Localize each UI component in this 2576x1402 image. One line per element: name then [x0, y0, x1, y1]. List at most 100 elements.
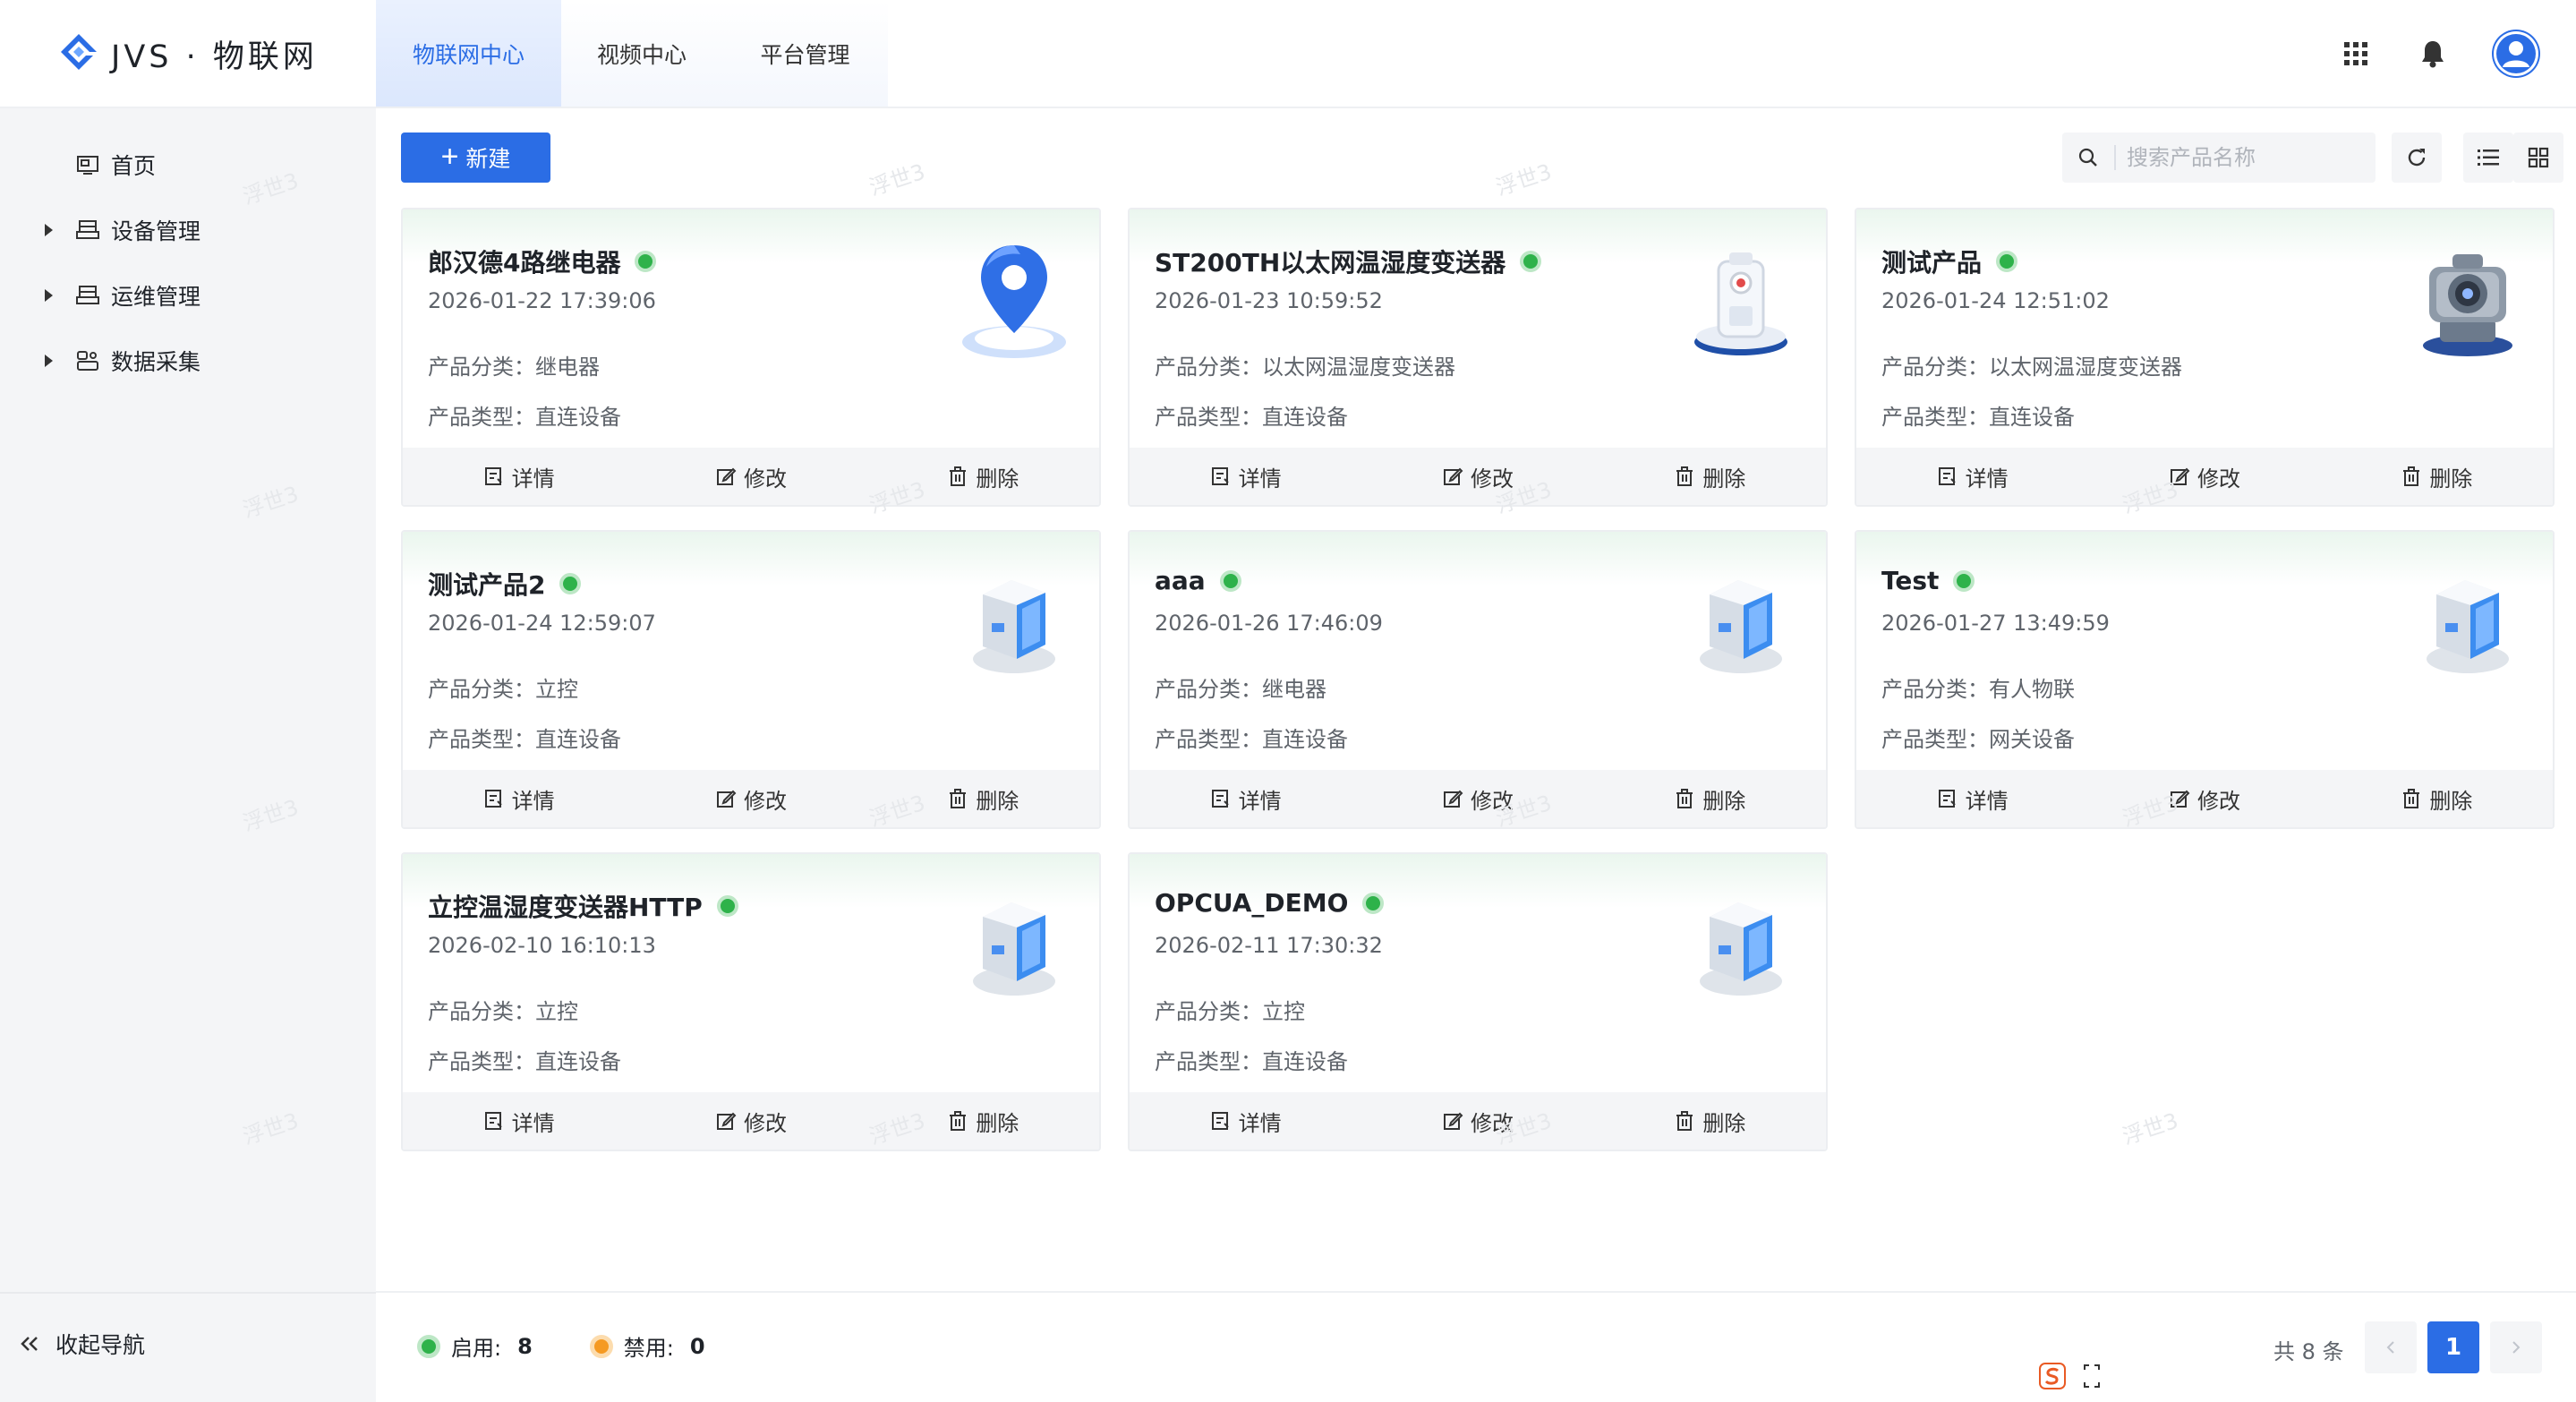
product-created-time: 2026-01-27 13:49:59: [1881, 611, 2110, 636]
delete-button[interactable]: 删除: [867, 770, 1099, 827]
screenshot-icon[interactable]: [2082, 1363, 2102, 1389]
sidebar-item-maintenance[interactable]: 运维管理: [0, 269, 376, 322]
delete-label: 删除: [2429, 466, 2473, 492]
product-title: 测试产品2: [428, 566, 582, 602]
detail-button[interactable]: 详情: [403, 448, 635, 505]
edit-button[interactable]: 修改: [2088, 770, 2320, 827]
product-card[interactable]: Test 2026-01-27 13:49:59 产品分类：有人物联 产品类型：网关设…: [1855, 530, 2555, 829]
refresh-button[interactable]: [2392, 133, 2442, 183]
product-type: 产品类型：直连设备: [428, 399, 621, 431]
category-value: 立控: [535, 999, 578, 1024]
product-card[interactable]: 测试产品 2026-01-24 12:51:02 产品分类：以太网温湿度变送器 产品类…: [1855, 208, 2555, 507]
delete-label: 删除: [976, 1110, 1019, 1136]
prev-page-button[interactable]: [2365, 1321, 2417, 1373]
detail-button[interactable]: 详情: [1130, 770, 1361, 827]
top-header: JVS · 物联网 物联网中心 视频中心 平台管理: [0, 0, 2576, 108]
edit-icon: [1443, 1112, 1463, 1130]
product-card[interactable]: 立控温湿度变送器HTTP 2026-02-10 16:10:13 产品分类：立控 产品…: [401, 852, 1101, 1151]
footer-divider: [376, 1291, 2576, 1293]
product-name: 郎汉德4路继电器: [428, 248, 621, 278]
list-view-button[interactable]: [2463, 133, 2513, 183]
product-card[interactable]: OPCUA_DEMO 2026-02-11 17:30:32 产品分类：立控 产品类型…: [1128, 852, 1828, 1151]
list-view-icon: [2478, 150, 2499, 166]
product-name: Test: [1881, 566, 1940, 595]
page-number-current[interactable]: 1: [2427, 1321, 2479, 1373]
next-page-button[interactable]: [2490, 1321, 2542, 1373]
sidebar-item-device-management[interactable]: 设备管理: [0, 203, 376, 257]
card-actions: 详情 修改 删除: [1856, 770, 2553, 827]
product-name: aaa: [1155, 566, 1206, 595]
detail-button[interactable]: 详情: [403, 770, 635, 827]
product-type: 产品类型：直连设备: [1155, 722, 1348, 753]
category-label: 产品分类：: [1155, 999, 1262, 1024]
category-value: 以太网温湿度变送器: [1262, 355, 1455, 380]
delete-button[interactable]: 删除: [867, 448, 1099, 505]
category-value: 有人物联: [1989, 677, 2075, 702]
tab-video-center[interactable]: 视频中心: [561, 0, 722, 107]
delete-label: 删除: [976, 466, 1019, 492]
sidebar-item-home[interactable]: 首页: [0, 138, 376, 192]
edit-button[interactable]: 修改: [635, 448, 866, 505]
product-category: 产品分类：以太网温湿度变送器: [1155, 349, 1455, 380]
bell-icon[interactable]: [2415, 36, 2451, 72]
edit-button[interactable]: 修改: [1361, 448, 1593, 505]
edit-button[interactable]: 修改: [1361, 1092, 1593, 1150]
disabled-count: 0: [689, 1333, 705, 1359]
category-label: 产品分类：: [428, 677, 535, 702]
tab-iot-center[interactable]: 物联网中心: [376, 0, 561, 107]
detail-button[interactable]: 详情: [1856, 770, 2088, 827]
detail-button[interactable]: 详情: [403, 1092, 635, 1150]
status-legend: 启用: 8 禁用: 0: [417, 1330, 705, 1362]
product-card[interactable]: aaa 2026-01-26 17:46:09 产品分类：继电器 产品类型：直连设备详…: [1128, 530, 1828, 829]
box-device-icon: [1683, 559, 1799, 684]
product-title: aaa: [1155, 566, 1241, 595]
search-input[interactable]: [2127, 145, 2359, 170]
sidebar-item-data-collection[interactable]: 数据采集: [0, 334, 376, 388]
product-card[interactable]: 郎汉德4路继电器 2026-01-22 17:39:06 产品分类：继电器 产品类型：…: [401, 208, 1101, 507]
detail-button[interactable]: 详情: [1130, 448, 1361, 505]
watermark-text: 浮世3: [1492, 158, 1555, 201]
edit-button[interactable]: 修改: [2088, 448, 2320, 505]
trash-icon: [1676, 1111, 1693, 1131]
edit-button[interactable]: 修改: [635, 1092, 866, 1150]
detail-button[interactable]: 详情: [1130, 1092, 1361, 1150]
tab-platform-management[interactable]: 平台管理: [722, 0, 888, 107]
grid-view-icon: [2528, 147, 2549, 168]
delete-button[interactable]: 删除: [1594, 448, 1826, 505]
app-logo[interactable]: JVS · 物联网: [55, 27, 318, 81]
edit-button[interactable]: 修改: [1361, 770, 1593, 827]
category-label: 产品分类：: [1881, 677, 1989, 702]
detail-button[interactable]: 详情: [1856, 448, 2088, 505]
enabled-label: 启用:: [451, 1336, 502, 1361]
input-method-tray: [2039, 1363, 2102, 1389]
delete-button[interactable]: 删除: [867, 1092, 1099, 1150]
product-created-time: 2026-01-22 17:39:06: [428, 288, 656, 313]
new-product-button[interactable]: + 新建: [401, 133, 550, 183]
edit-icon: [716, 467, 737, 485]
product-category: 产品分类：继电器: [1155, 671, 1326, 703]
detail-icon: [484, 467, 502, 485]
type-value: 直连设备: [535, 405, 621, 430]
top-nav: 物联网中心 视频中心 平台管理: [376, 0, 888, 107]
delete-button[interactable]: 删除: [1594, 1092, 1826, 1150]
detail-label: 详情: [511, 788, 555, 814]
product-name: ST200TH以太网温湿度变送器: [1155, 248, 1506, 278]
product-category: 产品分类：立控: [428, 671, 578, 703]
status-dot: [716, 895, 738, 917]
user-avatar-icon[interactable]: [2492, 30, 2540, 78]
logo-text: JVS · 物联网: [111, 38, 318, 75]
status-dot: [1219, 569, 1241, 592]
category-label: 产品分类：: [1881, 355, 1989, 380]
edit-button[interactable]: 修改: [635, 770, 866, 827]
delete-button[interactable]: 删除: [2321, 770, 2553, 827]
disabled-label: 禁用:: [623, 1336, 674, 1361]
collapse-nav-button[interactable]: 收起导航: [20, 1321, 145, 1366]
grid-view-button[interactable]: [2513, 133, 2563, 183]
product-card[interactable]: ST200TH以太网温湿度变送器 2026-01-23 10:59:52 产品分类：…: [1128, 208, 1828, 507]
delete-button[interactable]: 删除: [2321, 448, 2553, 505]
apps-grid-icon[interactable]: [2338, 36, 2374, 72]
product-card[interactable]: 测试产品2 2026-01-24 12:59:07 产品分类：立控 产品类型：直连设备…: [401, 530, 1101, 829]
ime-s-icon[interactable]: [2039, 1363, 2066, 1389]
total-count: 共 8 条: [2273, 1339, 2344, 1364]
delete-button[interactable]: 删除: [1594, 770, 1826, 827]
